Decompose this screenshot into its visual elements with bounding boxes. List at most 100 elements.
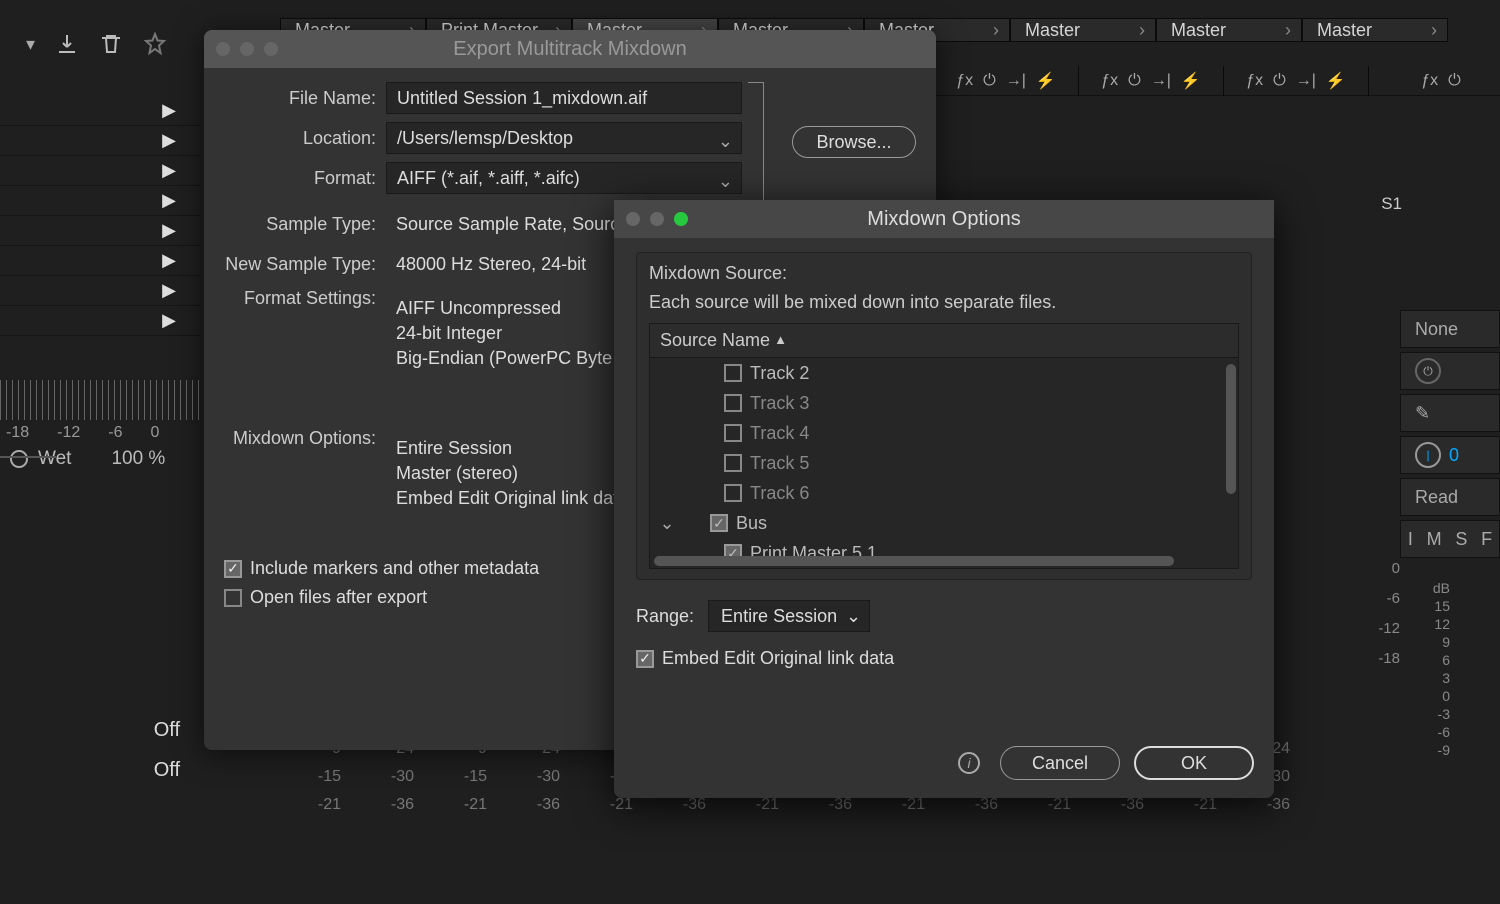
left-arrow-rows: ▶ ▶ ▶ ▶ ▶ ▶ ▶ ▶ (0, 96, 200, 336)
row-off[interactable]: Off (0, 710, 200, 750)
source-item-track3[interactable]: Track 3 (650, 388, 1238, 418)
db-fader-scale: dB 15 12 9 6 3 0 -3 -6 -9 (1410, 580, 1450, 760)
slider-track (0, 456, 56, 458)
source-item-track6[interactable]: Track 6 (650, 478, 1238, 508)
file-name-field[interactable]: Untitled Session 1_mixdown.aif (386, 82, 742, 114)
chevron-down-icon[interactable]: ⌄ (718, 131, 733, 152)
fx-icon[interactable]: ƒx (1101, 72, 1118, 90)
embed-link-checkbox[interactable]: ✓ Embed Edit Original link data (636, 648, 1252, 669)
close-window-icon[interactable] (626, 212, 640, 226)
info-icon[interactable]: i (958, 752, 980, 774)
sample-type-label: Sample Type: (224, 214, 386, 235)
cancel-button[interactable]: Cancel (1000, 746, 1120, 780)
expand-arrow-icon[interactable]: ▶ (162, 190, 176, 211)
dropdown-caret-icon[interactable]: ▾ (26, 34, 35, 55)
h-scrollbar[interactable] (654, 556, 1174, 566)
expand-arrow-icon[interactable]: ▶ (162, 220, 176, 241)
format-field[interactable]: AIFF (*.aif, *.aiff, *.aifc) ⌄ (386, 162, 742, 194)
format-label: Format: (224, 168, 386, 189)
meter-right-scale: 0 -6 -12 -18 (1360, 560, 1400, 680)
source-item-bus-group[interactable]: ⌄ ✓ Bus (650, 508, 1238, 538)
location-label: Location: (224, 128, 386, 149)
sort-arrow-icon: ▲ (774, 332, 787, 347)
power-icon[interactable]: ⏻ (1448, 72, 1461, 90)
expand-arrow-icon[interactable]: ▶ (162, 100, 176, 121)
file-name-label: File Name: (224, 88, 386, 109)
wet-slider[interactable]: Wet 100 % (10, 448, 165, 470)
ok-button[interactable]: OK (1134, 746, 1254, 780)
wet-label: Wet (38, 448, 71, 470)
minimize-window-icon[interactable] (240, 42, 254, 56)
source-item-track4[interactable]: Track 4 (650, 418, 1238, 448)
off-rows: Off Off (0, 710, 200, 790)
s1-label: S1 (1381, 194, 1402, 214)
range-label: Range: (636, 606, 694, 627)
embed-link-label: Embed Edit Original link data (662, 648, 894, 669)
th-6[interactable]: Master› (1156, 18, 1302, 42)
maximize-window-icon[interactable] (674, 212, 688, 226)
send-icon[interactable]: →| (1296, 72, 1316, 90)
imsf-row: I M S F (1400, 520, 1500, 558)
fx-icon[interactable]: ƒx (956, 72, 973, 90)
bracket-icon (748, 82, 764, 202)
chevron-down-icon[interactable]: ⌄ (718, 171, 733, 192)
source-list: Source Name▲ Track 2 Track 3 Track 4 Tra… (649, 323, 1239, 569)
dialog-titlebar[interactable]: Mixdown Options (614, 200, 1274, 238)
trash-icon[interactable] (99, 32, 123, 56)
mixdown-options-label: Mixdown Options: (224, 428, 386, 449)
power-icon[interactable]: ⏻ (983, 72, 996, 90)
read-mode[interactable]: Read (1400, 478, 1500, 516)
expand-arrow-icon[interactable]: ▶ (162, 130, 176, 151)
dialog-title: Export Multitrack Mixdown (204, 38, 936, 61)
expand-arrow-icon[interactable]: ▶ (162, 280, 176, 301)
power-button[interactable]: ⏻ (1400, 352, 1500, 390)
bolt-icon[interactable]: ⚡ (1181, 71, 1201, 91)
close-window-icon[interactable] (216, 42, 230, 56)
new-sample-label: New Sample Type: (224, 254, 386, 275)
star-icon[interactable] (143, 32, 167, 56)
source-item-track2[interactable]: Track 2 (650, 358, 1238, 388)
maximize-window-icon[interactable] (264, 42, 278, 56)
mixdown-source-panel: Mixdown Source: Each source will be mixe… (636, 252, 1252, 580)
mixdown-source-heading: Mixdown Source: (649, 263, 1239, 284)
download-icon[interactable] (55, 32, 79, 56)
send-icon[interactable]: →| (1151, 72, 1171, 90)
dialog-title: Mixdown Options (614, 208, 1274, 231)
edit-button[interactable]: ✎ (1400, 394, 1500, 432)
far-right-panel: None ⏻ ✎ | 0 Read I M S F (1400, 310, 1500, 562)
none-row[interactable]: None (1400, 310, 1500, 348)
th-5[interactable]: Master› (1010, 18, 1156, 42)
row-off[interactable]: Off (0, 750, 200, 790)
chevron-down-icon: ⌄ (658, 513, 676, 534)
range-select[interactable]: Entire Session ⌄ (708, 600, 870, 632)
source-item-track5[interactable]: Track 5 (650, 448, 1238, 478)
fx-icon[interactable]: ƒx (1421, 72, 1438, 90)
minimize-window-icon[interactable] (650, 212, 664, 226)
dialog-titlebar[interactable]: Export Multitrack Mixdown (204, 30, 936, 68)
mixdown-source-desc: Each source will be mixed down into sepa… (649, 292, 1239, 313)
power-icon[interactable]: ⏻ (1128, 72, 1141, 90)
open-after-label: Open files after export (250, 587, 427, 608)
location-field[interactable]: /Users/lemsp/Desktop ⌄ (386, 122, 742, 154)
bolt-icon[interactable]: ⚡ (1326, 71, 1346, 91)
v-scrollbar[interactable] (1226, 364, 1236, 494)
chevron-down-icon[interactable]: ⌄ (846, 606, 861, 627)
wet-value: 100 % (111, 448, 165, 470)
browse-button[interactable]: Browse... (792, 126, 916, 158)
mixdown-options-dialog: Mixdown Options Mixdown Source: Each sou… (614, 200, 1274, 798)
db-ruler: -18 -12 -6 0 (0, 380, 200, 440)
pan-knob[interactable]: | 0 (1400, 436, 1500, 474)
include-markers-label: Include markers and other metadata (250, 558, 539, 579)
send-icon[interactable]: →| (1006, 72, 1026, 90)
bolt-icon[interactable]: ⚡ (1036, 71, 1056, 91)
power-icon[interactable]: ⏻ (1273, 72, 1286, 90)
source-item-pmstereo[interactable]: ✓Print Master Stereo (650, 568, 1238, 569)
expand-arrow-icon[interactable]: ▶ (162, 250, 176, 271)
format-settings-label: Format Settings: (224, 288, 386, 309)
expand-arrow-icon[interactable]: ▶ (162, 160, 176, 181)
fx-icon[interactable]: ƒx (1246, 72, 1263, 90)
th-7[interactable]: Master› (1302, 18, 1448, 42)
source-name-header[interactable]: Source Name▲ (650, 324, 1238, 358)
slider-knob[interactable] (10, 450, 28, 468)
expand-arrow-icon[interactable]: ▶ (162, 310, 176, 331)
